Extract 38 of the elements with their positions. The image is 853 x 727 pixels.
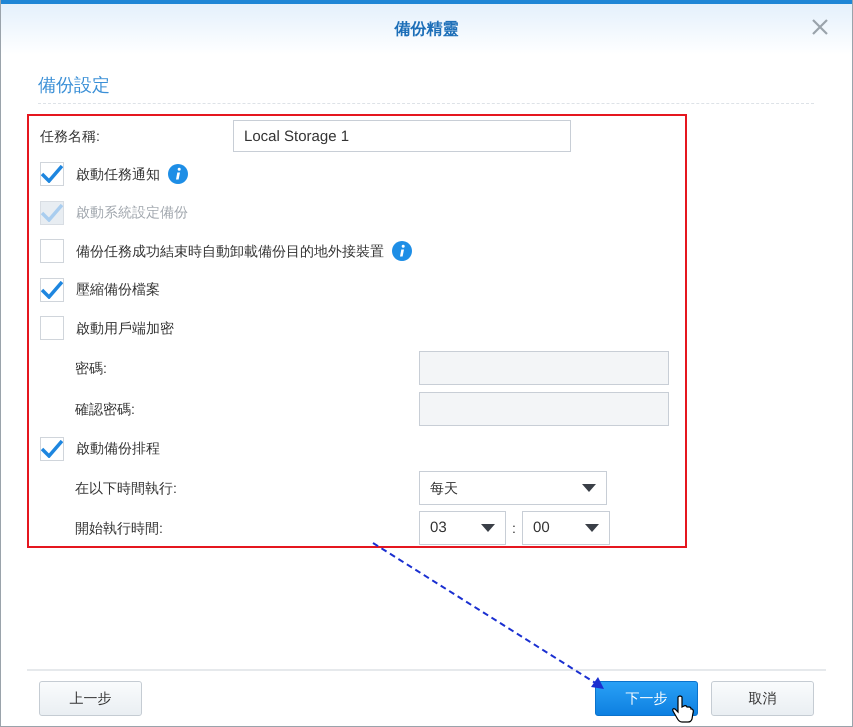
field-label: 確認密碼: — [75, 400, 136, 418]
dialog-button[interactable]: 取消 — [711, 681, 814, 716]
pointer-cursor-icon — [672, 695, 694, 723]
checkbox-label: 啟動系統設定備份 — [76, 203, 188, 222]
checkbox[interactable] — [40, 239, 64, 264]
section-title: 備份設定 — [38, 75, 110, 95]
field-label: 在以下時間執行: — [75, 478, 178, 498]
checkmark-icon — [41, 280, 63, 299]
dialog-button[interactable]: 上一步 — [39, 681, 142, 716]
task-name-field[interactable]: Local Storage 1 — [233, 120, 571, 152]
field-label: 開始執行時間: — [75, 518, 164, 538]
checkbox-label: 啟動用戶端加密 — [76, 318, 174, 338]
checkbox-label: 啟動備份排程 — [76, 439, 160, 458]
window-title: 備份精靈 — [394, 20, 458, 40]
checkbox[interactable] — [40, 162, 64, 186]
minute-dropdown[interactable]: 00 — [522, 511, 610, 545]
info-icon[interactable] — [392, 241, 412, 262]
checkbox[interactable] — [40, 278, 64, 302]
password-field[interactable] — [419, 392, 669, 426]
hour-dropdown[interactable]: 03 — [419, 511, 506, 545]
caret-icon — [481, 524, 495, 532]
close-icon[interactable] — [812, 19, 828, 35]
checkbox-label: 啟動任務通知 — [76, 164, 160, 184]
checkbox-label: 備份任務成功結束時自動卸載備份目的地外接裝置 — [76, 242, 384, 261]
checkmark-icon — [41, 204, 63, 222]
field-label: 密碼: — [75, 358, 108, 378]
caret-icon — [582, 484, 596, 492]
time-separator: : — [511, 518, 517, 538]
caret-icon — [585, 524, 599, 532]
frequency-dropdown[interactable]: 每天 — [419, 471, 607, 505]
field-label: 任務名稱: — [40, 126, 101, 146]
password-field[interactable] — [419, 351, 669, 385]
info-icon[interactable] — [168, 164, 188, 184]
checkbox[interactable] — [40, 436, 64, 461]
checkmark-icon — [41, 165, 63, 184]
checkbox[interactable] — [40, 316, 64, 340]
checkbox-label: 壓縮備份檔案 — [76, 280, 160, 300]
checkmark-icon — [41, 440, 63, 458]
